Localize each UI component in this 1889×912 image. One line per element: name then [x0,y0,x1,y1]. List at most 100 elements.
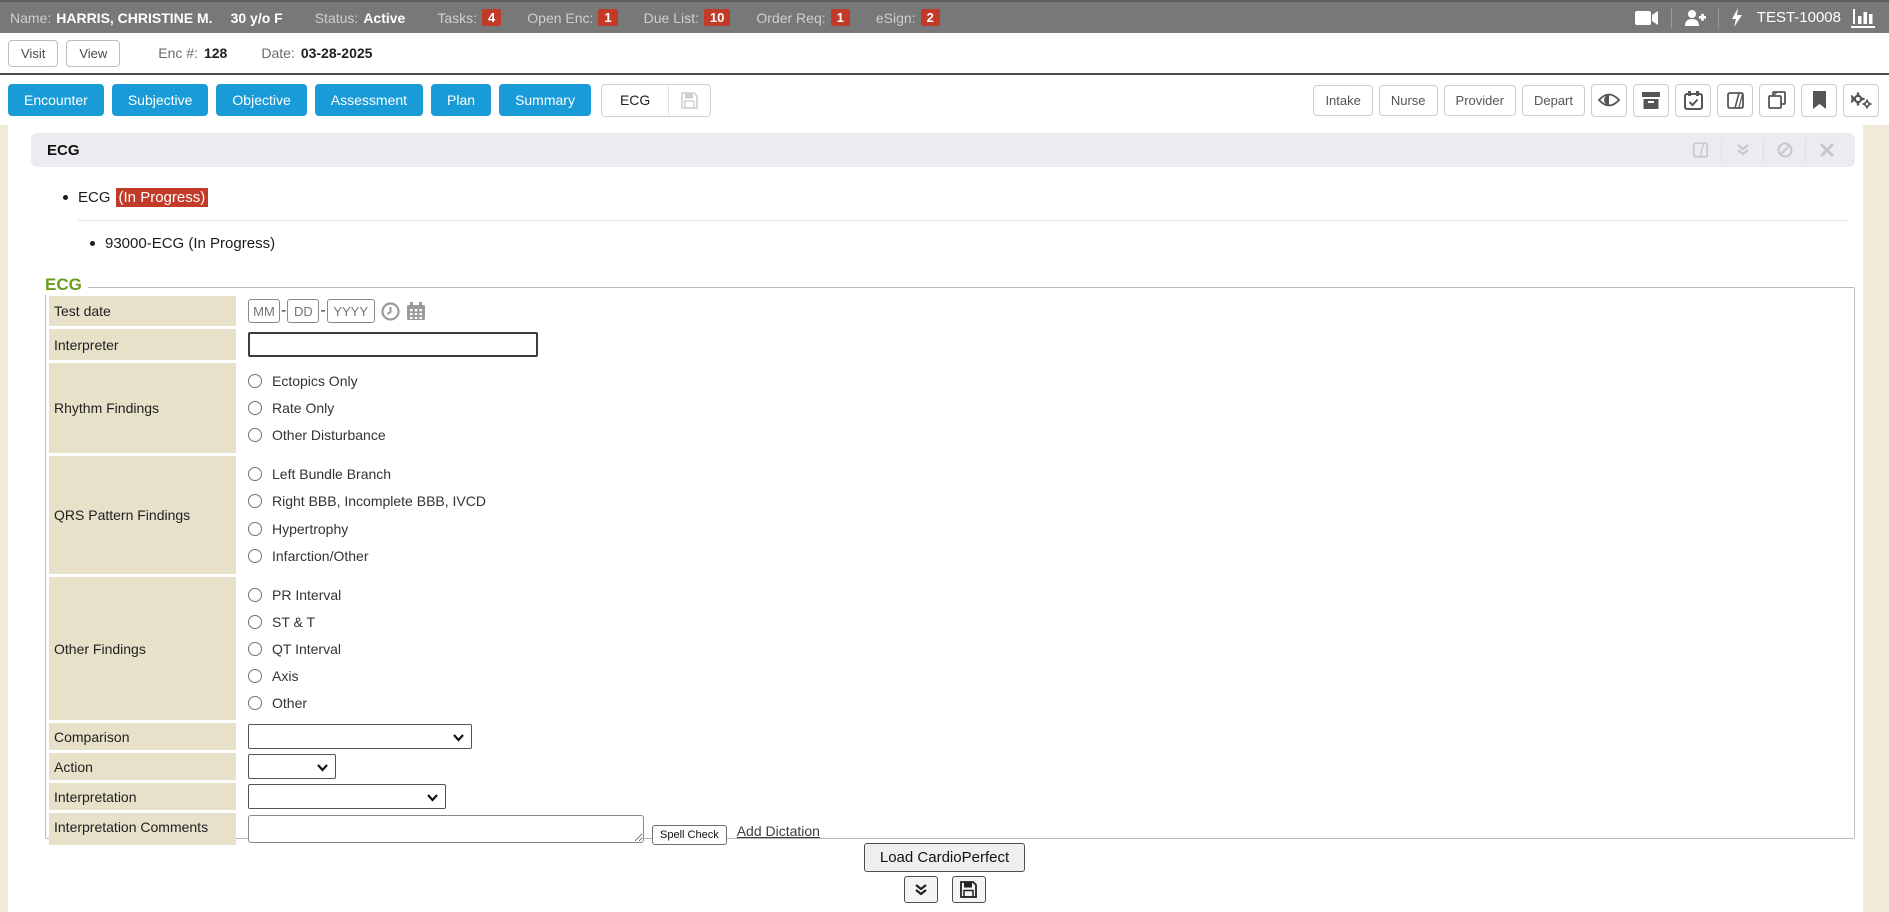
view-button[interactable]: View [66,40,120,67]
save-button[interactable] [952,876,986,903]
archive-box-icon[interactable] [1633,84,1669,117]
tab-ecg-active[interactable]: ECG [601,84,711,117]
test-date-day-input[interactable] [287,299,319,323]
section-cancel-icon[interactable] [1763,139,1805,161]
clock-icon[interactable] [381,302,400,321]
sub-order-name: 93000-ECG (In Progress) [105,235,275,252]
radio-option-label: QT Interval [272,641,341,657]
date-separator: - [281,302,286,320]
date-label: Date: [261,45,294,61]
qrs-right-bbb-radio[interactable] [248,494,262,508]
ecg-order-item[interactable]: ECG (In Progress) [63,188,208,207]
visit-button[interactable]: Visit [8,40,58,67]
radio-option-label: Rate Only [272,400,334,416]
other-st-t-radio[interactable] [248,615,262,629]
section-collapse-icon[interactable] [1721,139,1763,161]
radio-option-label: ST & T [272,614,315,630]
calendar-check-icon[interactable] [1675,84,1711,117]
eye-icon[interactable] [1591,84,1627,117]
date-value: 03-28-2025 [301,45,373,61]
order-status-badge: (In Progress) [116,188,209,207]
tab-plan[interactable]: Plan [431,84,491,116]
settings-gears-icon[interactable] [1843,84,1879,117]
order-req-label: Order Req: [756,10,825,26]
action-select[interactable] [248,754,336,779]
due-list-badge[interactable]: 10 [704,9,730,26]
tab-save-icon[interactable] [668,85,710,116]
radio-option-label: Axis [272,668,298,684]
rhythm-findings-label: Rhythm Findings [49,363,236,453]
book-icon[interactable] [1717,84,1753,117]
intake-button[interactable]: Intake [1313,85,1372,116]
spell-check-button[interactable]: Spell Check [652,825,727,845]
ecg-section-header: ECG [31,133,1855,167]
qrs-pattern-findings-label: QRS Pattern Findings [49,456,236,574]
chart-toolbar: Encounter Subjective Objective Assessmen… [0,75,1889,125]
order-req-badge[interactable]: 1 [831,9,850,26]
ecg-sub-order-item[interactable]: 93000-ECG (In Progress) [90,235,275,252]
interpreter-label: Interpreter [49,329,236,360]
section-title: ECG [47,142,80,159]
tab-summary[interactable]: Summary [499,84,591,116]
due-list-label: Due List: [644,10,699,26]
main-content: ECG ECG (In Progress) 93000-ECG (In Prog… [0,125,1889,912]
other-axis-radio[interactable] [248,669,262,683]
depart-button[interactable]: Depart [1522,85,1585,116]
tab-subjective[interactable]: Subjective [112,84,209,116]
rhythm-other-disturbance-radio[interactable] [248,428,262,442]
comparison-select[interactable] [248,724,472,749]
qrs-left-bundle-branch-radio[interactable] [248,467,262,481]
tasks-badge[interactable]: 4 [482,9,501,26]
tab-ecg-label: ECG [602,92,668,108]
radio-option-label: Left Bundle Branch [272,466,391,482]
rhythm-rate-only-radio[interactable] [248,401,262,415]
radio-option-label: Hypertrophy [272,521,348,537]
test-date-year-input[interactable] [327,299,375,323]
lightning-bolt-icon[interactable] [1731,8,1743,27]
esign-badge[interactable]: 2 [921,9,940,26]
add-dictation-link[interactable]: Add Dictation [737,823,820,839]
rhythm-ectopics-only-radio[interactable] [248,374,262,388]
other-qt-interval-radio[interactable] [248,642,262,656]
calendar-icon[interactable] [406,302,426,321]
load-cardioperfect-button[interactable]: Load CardioPerfect [864,843,1025,872]
ecg-form: ECG Test date - - [45,287,1855,839]
page-edge-left [0,125,8,912]
test-date-month-input[interactable] [248,299,280,323]
action-label: Action [49,753,236,780]
provider-button[interactable]: Provider [1444,85,1516,116]
enc-number-value: 128 [204,45,227,61]
interpreter-input[interactable] [248,332,538,357]
radio-option-label: Other [272,695,307,711]
nurse-button[interactable]: Nurse [1379,85,1438,116]
video-camera-icon[interactable] [1635,10,1659,26]
tab-assessment[interactable]: Assessment [315,84,423,116]
interpretation-comments-textarea[interactable] [248,815,644,843]
esign-label: eSign: [876,10,916,26]
section-close-icon[interactable] [1805,139,1847,161]
test-date-label: Test date [49,296,236,326]
interpretation-label: Interpretation [49,783,236,810]
qrs-infarction-other-radio[interactable] [248,549,262,563]
other-pr-interval-radio[interactable] [248,588,262,602]
expand-all-button[interactable] [904,876,938,903]
interpretation-select[interactable] [248,784,446,809]
section-book-icon[interactable] [1679,139,1721,161]
copy-pages-icon[interactable] [1759,84,1795,117]
divider [1671,8,1672,28]
enc-number-label: Enc #: [158,45,198,61]
add-user-icon[interactable] [1684,9,1706,27]
divider [78,220,1848,221]
other-findings-label: Other Findings [49,577,236,720]
open-enc-label: Open Enc: [527,10,593,26]
name-label: Name: [10,10,51,26]
bookmark-icon[interactable] [1801,84,1837,117]
bar-chart-icon[interactable] [1851,8,1875,28]
page-edge-right [1863,125,1889,912]
qrs-hypertrophy-radio[interactable] [248,522,262,536]
tab-objective[interactable]: Objective [216,84,306,116]
open-enc-badge[interactable]: 1 [598,9,617,26]
comparison-label: Comparison [49,723,236,750]
other-other-radio[interactable] [248,696,262,710]
tab-encounter[interactable]: Encounter [8,84,104,116]
